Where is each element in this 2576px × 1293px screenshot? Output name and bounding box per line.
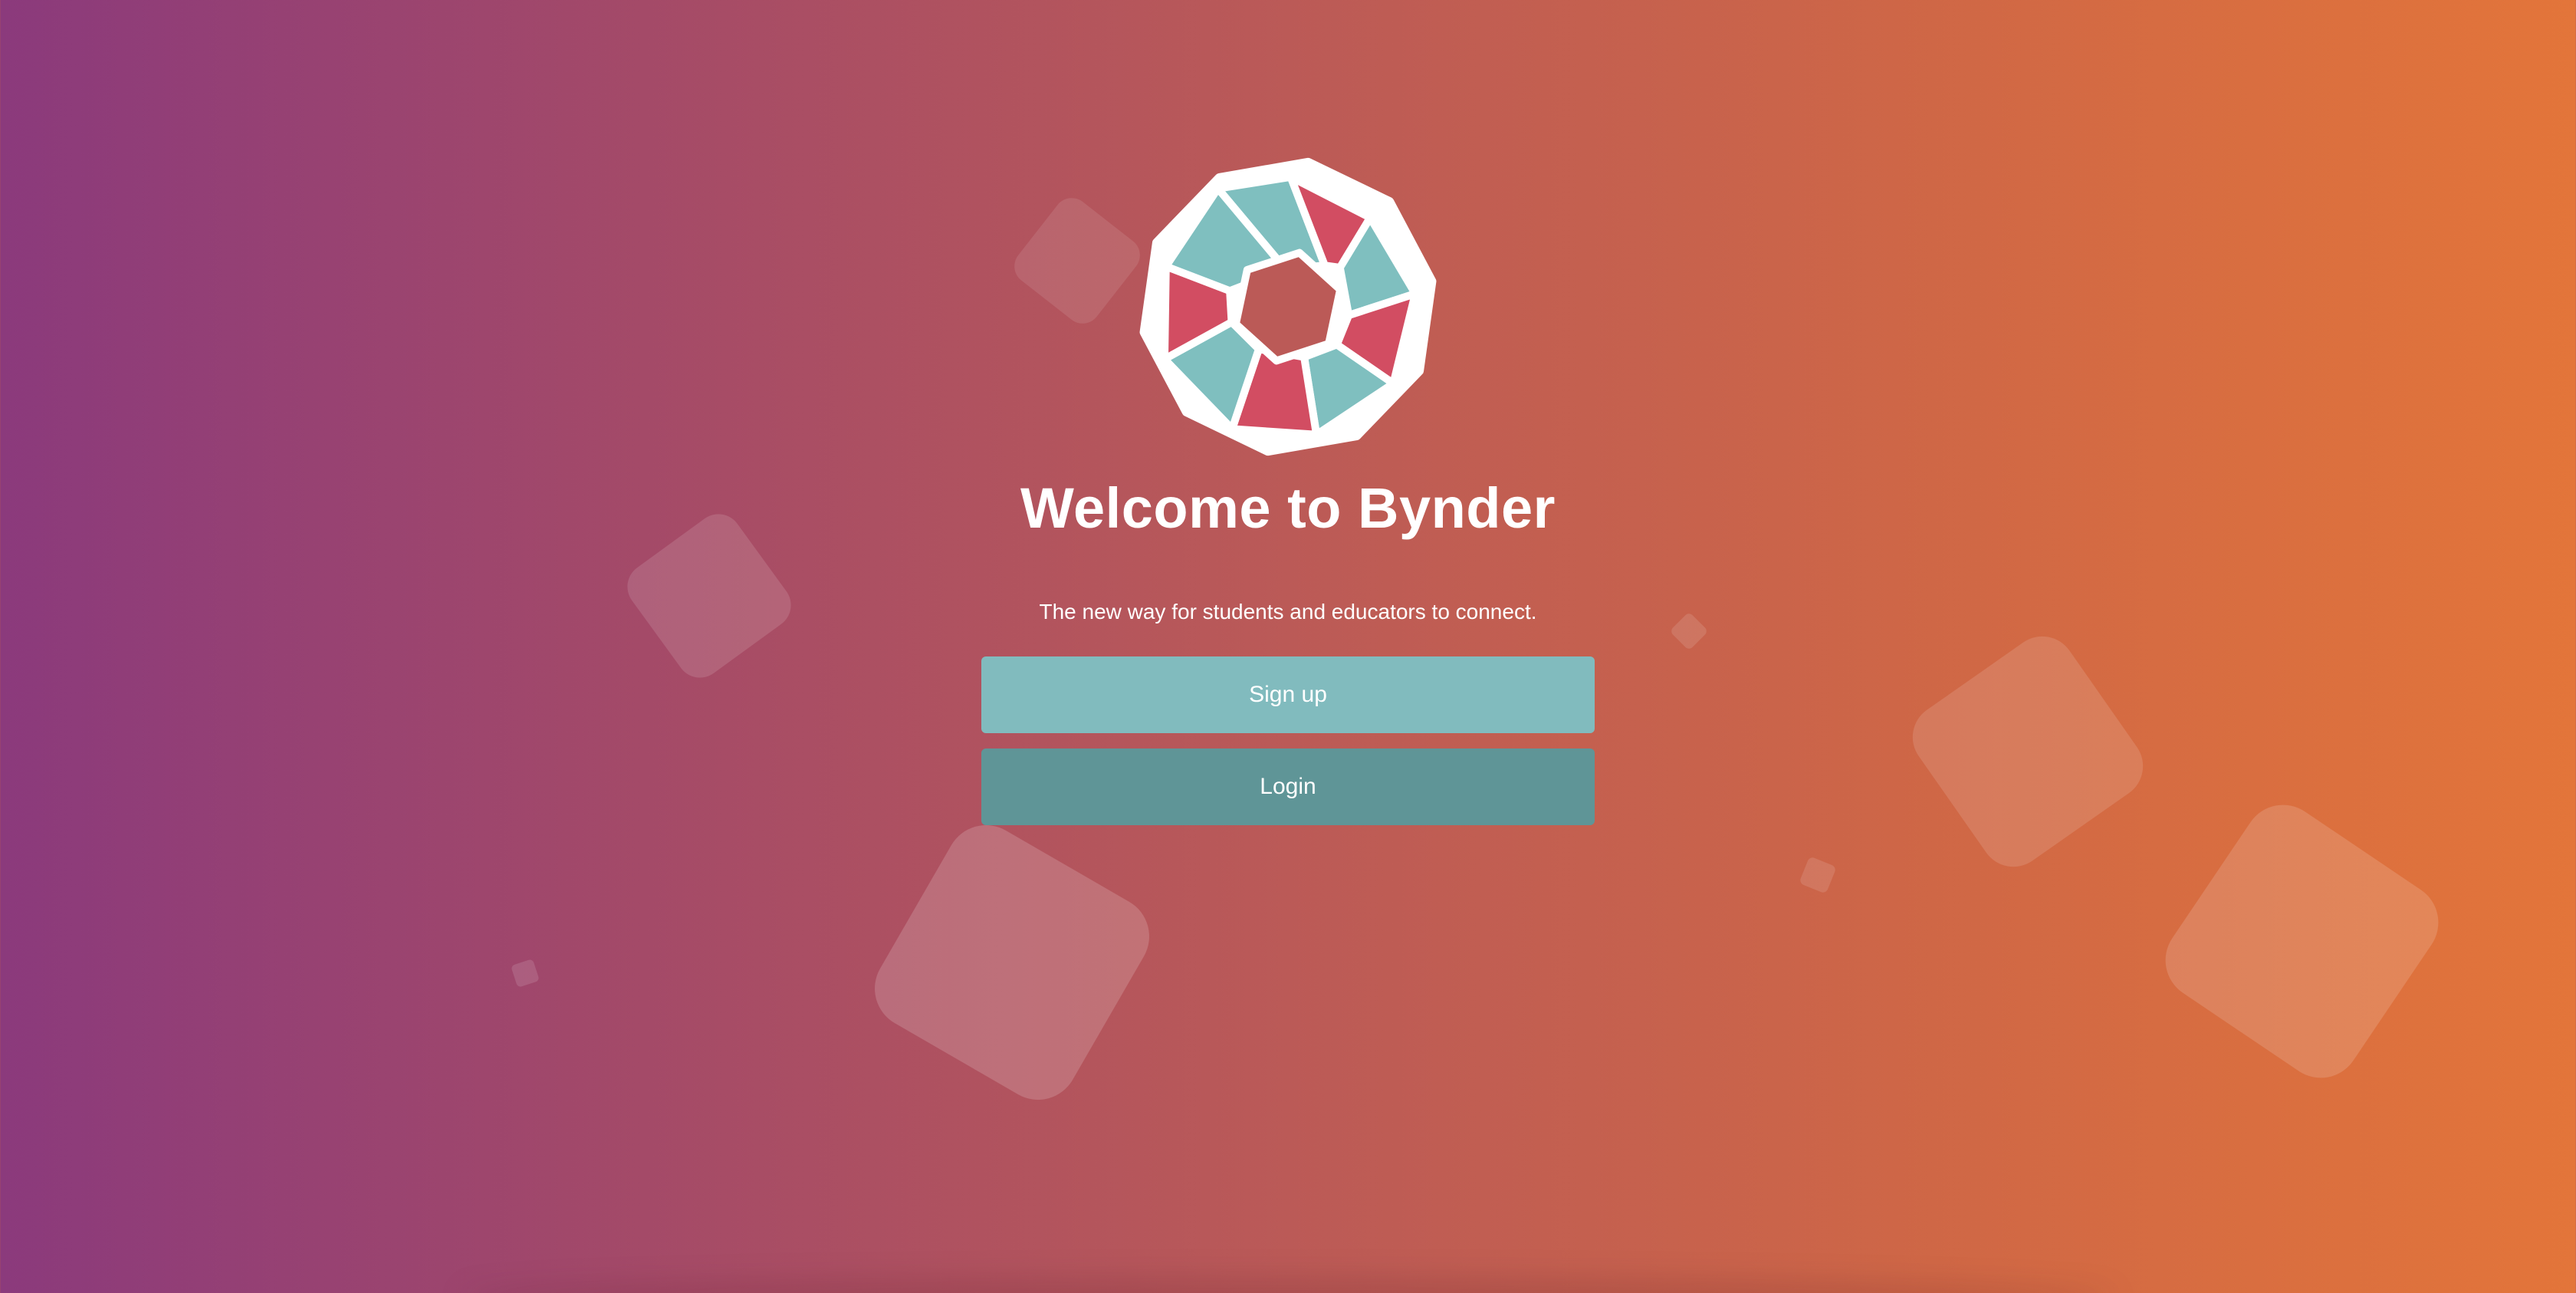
background-shape <box>1799 856 1837 894</box>
bynder-logo-icon <box>1139 157 1437 456</box>
page-title: Welcome to Bynder <box>1020 476 1556 540</box>
welcome-panel: Welcome to Bynder The new way for studen… <box>0 153 2576 825</box>
background-shape <box>2150 789 2454 1094</box>
login-button[interactable]: Login <box>981 748 1595 825</box>
bottom-shadow <box>460 1278 2116 1293</box>
background-shape <box>511 959 540 988</box>
page-subtitle: The new way for students and educators t… <box>1039 599 1537 623</box>
signup-button[interactable]: Sign up <box>981 656 1595 733</box>
background-shape <box>859 810 1165 1115</box>
